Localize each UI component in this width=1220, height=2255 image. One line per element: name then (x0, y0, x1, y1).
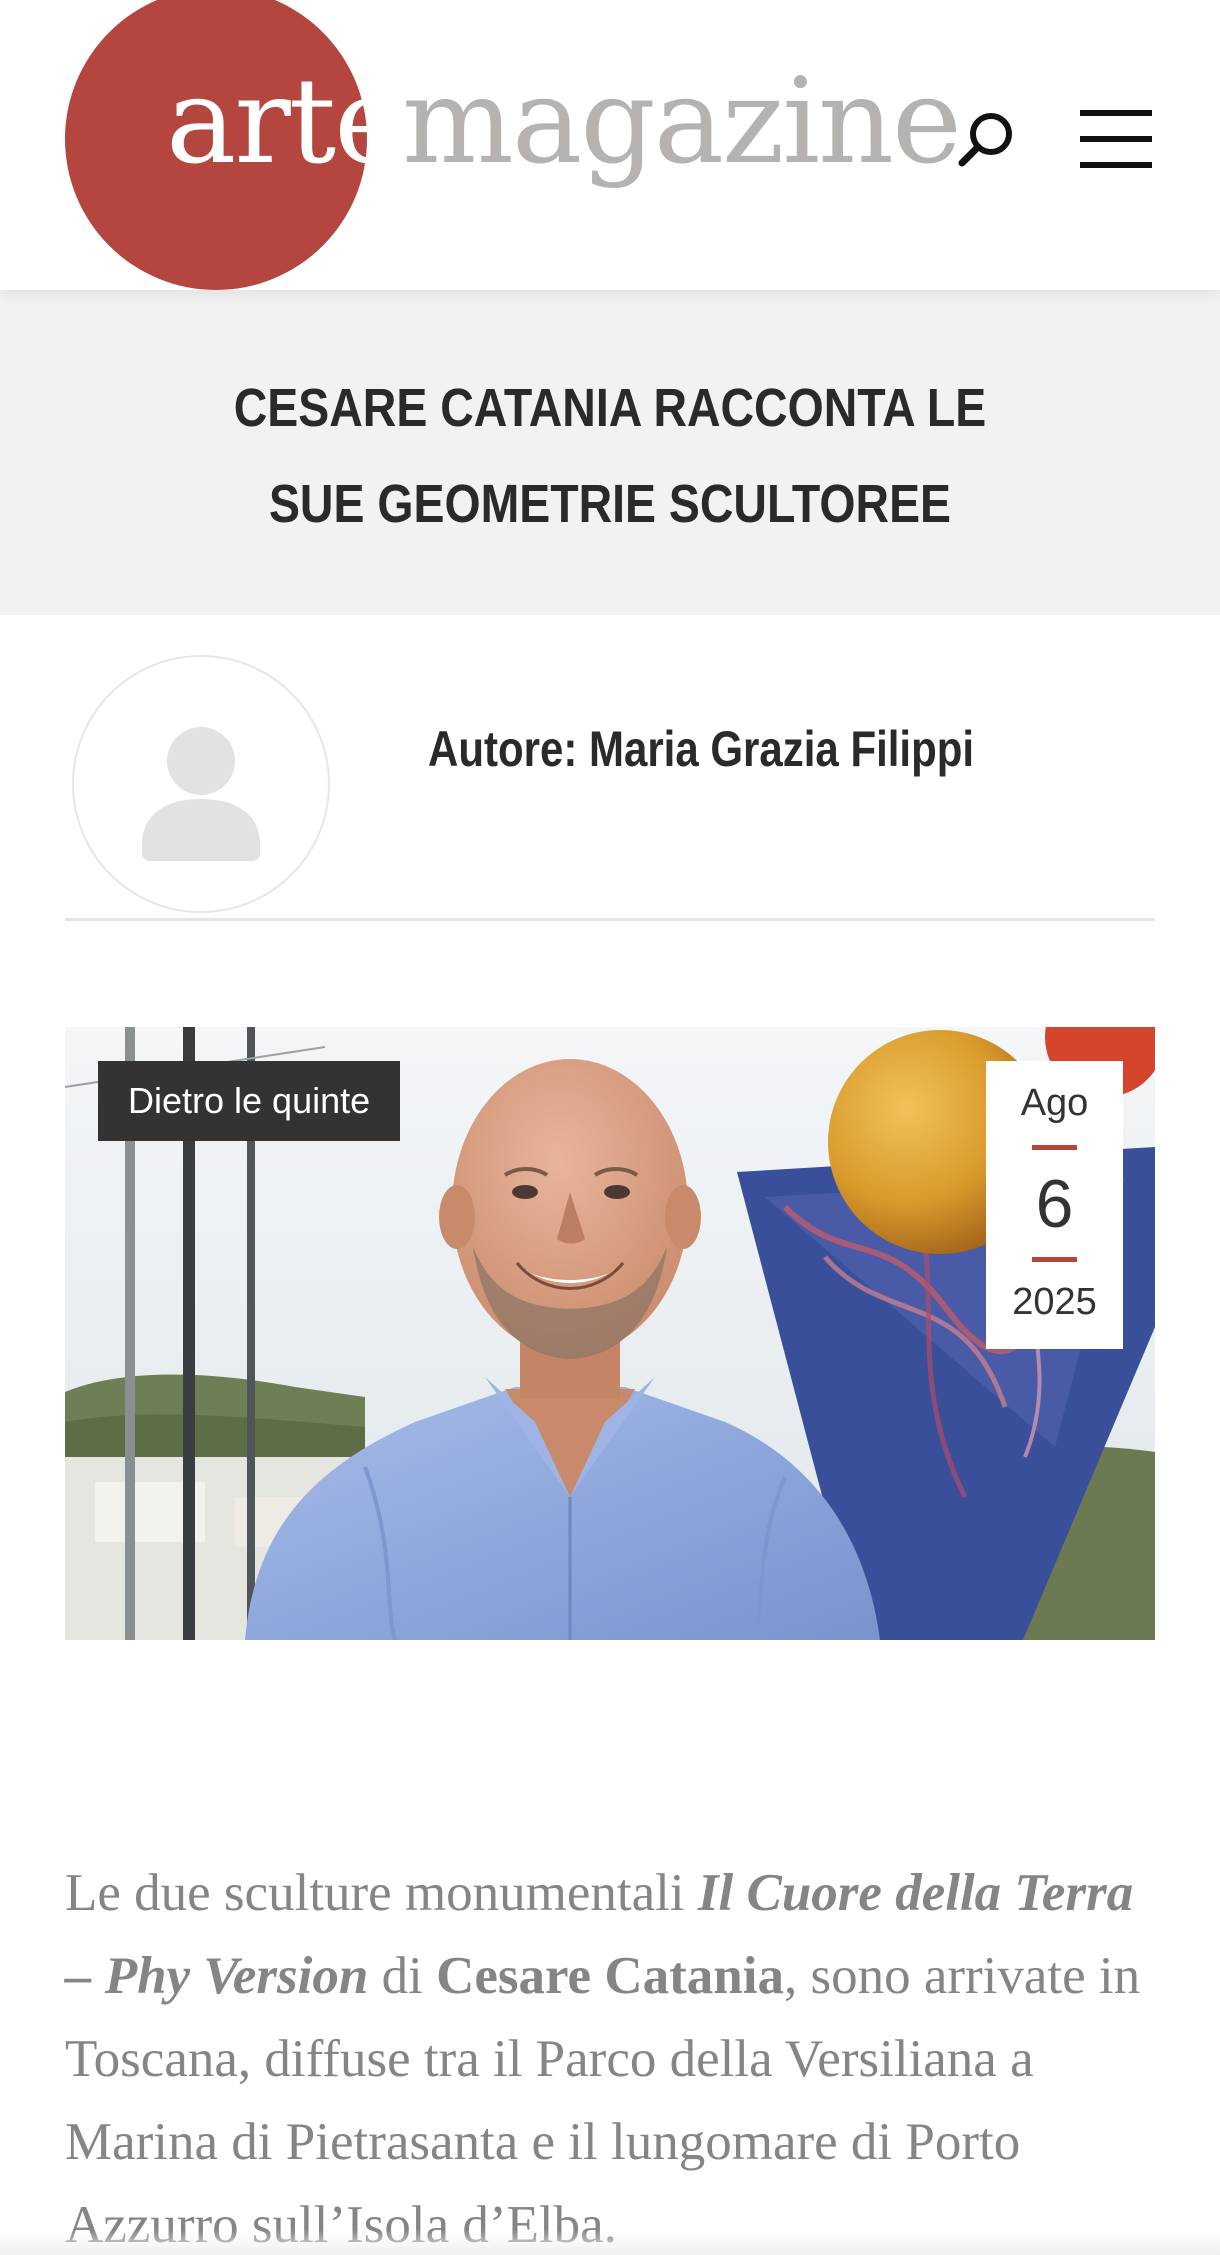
date-rule-bottom (1032, 1257, 1077, 1262)
hamburger-menu-icon (1080, 110, 1152, 168)
article-text-2: di (368, 1947, 437, 2005)
site-header: artemagazine (0, 0, 1220, 290)
author-avatar (72, 655, 330, 913)
bottom-fade (0, 2230, 1220, 2255)
site-logo[interactable]: artemagazine (0, 0, 962, 290)
date-badge: Ago 6 2025 (986, 1061, 1123, 1349)
date-year: 2025 (1012, 1281, 1097, 1323)
page-title: CESARE CATANIA RACCONTA LE SUE GEOMETRIE… (233, 378, 987, 534)
search-icon (958, 113, 1012, 167)
author-divider (65, 918, 1155, 921)
author-name: Autore: Maria Grazia Filippi (428, 721, 975, 777)
logo-wordmark-arte: arte (166, 52, 404, 190)
logo-wordmark: artemagazine (166, 62, 962, 180)
date-day: 6 (1035, 1166, 1074, 1242)
article-paragraph: Le due sculture monumentali Il Cuore del… (65, 1852, 1165, 2255)
logo-wordmark-magazine: magazine (402, 52, 962, 190)
date-rule-top (1032, 1145, 1077, 1150)
menu-button[interactable] (1070, 100, 1162, 178)
user-placeholder-icon (142, 727, 260, 861)
date-month: Ago (1020, 1082, 1089, 1124)
search-button[interactable] (950, 104, 1022, 176)
artist-name: Cesare Catania (436, 1947, 784, 2005)
category-tag[interactable]: Dietro le quinte (98, 1061, 401, 1141)
article-text-1: Le due sculture monumentali (65, 1864, 698, 1922)
